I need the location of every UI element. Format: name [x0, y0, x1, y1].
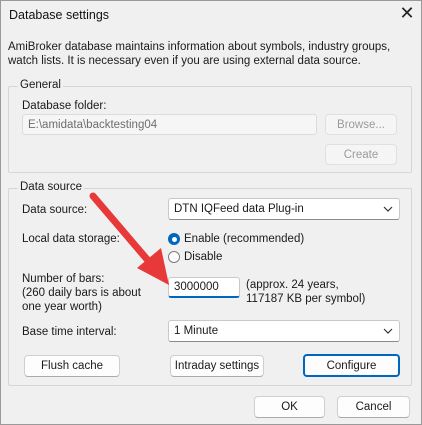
- configure-button[interactable]: Configure: [303, 354, 400, 377]
- enable-radio-label: Enable (recommended): [184, 233, 305, 245]
- flush-cache-button[interactable]: Flush cache: [24, 355, 120, 377]
- base-interval-value: 1 Minute: [174, 325, 219, 337]
- intraday-settings-button[interactable]: Intraday settings: [170, 355, 264, 377]
- number-of-bars-value: 3000000: [174, 281, 219, 293]
- close-icon[interactable]: ✕: [397, 3, 417, 23]
- general-legend: General: [18, 79, 63, 91]
- bars-size-note: (approx. 24 years, 117187 KB per symbol): [246, 279, 366, 305]
- disable-radio[interactable]: Disable: [168, 250, 222, 264]
- data-source-select[interactable]: DTN IQFeed data Plug-in: [168, 198, 400, 220]
- dialog-title: Database settings: [9, 8, 110, 22]
- chevron-down-icon: [383, 321, 393, 341]
- database-folder-label: Database folder:: [22, 100, 107, 112]
- number-of-bars-input[interactable]: 3000000: [168, 277, 240, 298]
- dialog-description: AmiBroker database maintains information…: [8, 41, 391, 67]
- browse-button[interactable]: Browse...: [325, 114, 397, 135]
- cancel-button[interactable]: Cancel: [337, 396, 410, 418]
- database-folder-field[interactable]: E:\amidata\backtesting04: [22, 114, 317, 135]
- enable-radio[interactable]: Enable (recommended): [168, 232, 304, 246]
- annotation-arrow: [89, 192, 169, 285]
- disable-radio-label: Disable: [184, 251, 223, 263]
- base-interval-select[interactable]: 1 Minute: [168, 320, 400, 342]
- create-button[interactable]: Create: [325, 144, 397, 165]
- chevron-down-icon: [383, 199, 393, 219]
- data-source-value: DTN IQFeed data Plug-in: [174, 203, 304, 215]
- database-folder-value: E:\amidata\backtesting04: [28, 118, 158, 131]
- number-of-bars-hint: (260 daily bars is about one year worth): [22, 287, 141, 313]
- data-source-legend: Data source: [18, 181, 85, 193]
- base-interval-label: Base time interval:: [22, 326, 117, 338]
- ok-button[interactable]: OK: [254, 396, 325, 418]
- data-source-label: Data source:: [22, 204, 88, 216]
